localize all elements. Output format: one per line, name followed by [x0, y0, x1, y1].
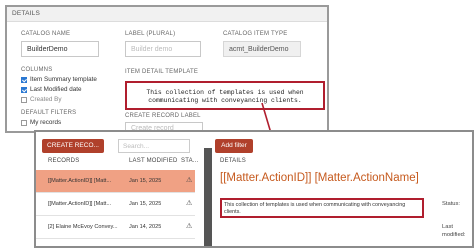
record-title: [[Matter.ActionID]] [Matter.ActionName]	[220, 172, 419, 184]
last-label: Last	[442, 224, 453, 230]
column-header-status[interactable]: STA...	[181, 158, 198, 164]
status-label: Status:	[442, 201, 461, 207]
details-label: DETAILS	[220, 158, 246, 164]
column-header-records[interactable]: RECORDS	[48, 158, 79, 164]
warning-icon: ⚠	[186, 200, 193, 207]
create-record-button[interactable]: CREATE RECO...	[42, 139, 104, 153]
column-header-last-modified[interactable]: LAST MODIFIED	[129, 158, 178, 164]
panel-resize-handle[interactable]	[204, 148, 212, 246]
record-description: This collection of templates is used whe…	[220, 198, 424, 218]
table-row[interactable]: [[Matter.ActionID]] [Matt... Jan 15, 202…	[36, 193, 195, 216]
record-description-text: This collection of templates is used whe…	[224, 202, 406, 215]
table-row[interactable]: [[Matter.ActionID]] [Matt... Jan 15, 202…	[36, 170, 195, 193]
add-filter-button[interactable]: Add filter	[215, 139, 253, 153]
records-panel: CREATE RECO... Search... Add filter RECO…	[34, 130, 474, 248]
warning-icon: ⚠	[186, 223, 193, 230]
warning-icon: ⚠	[186, 177, 193, 184]
modified-label: modified:	[442, 232, 466, 238]
search-input[interactable]: Search...	[118, 139, 190, 153]
table-row[interactable]: [2] Elaine McEvoy Convey... Jan 14, 2025…	[36, 216, 195, 239]
